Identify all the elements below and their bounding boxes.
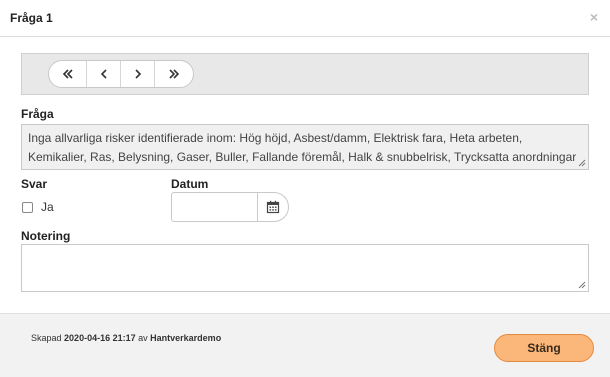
- calendar-icon: [266, 200, 280, 214]
- created-by: Hantverkardemo: [150, 333, 222, 343]
- created-date: 2020-04-16 21:17: [64, 333, 136, 343]
- close-button[interactable]: Stäng: [494, 334, 594, 362]
- resize-grip-icon[interactable]: [578, 159, 586, 167]
- chevron-left-icon: [100, 69, 107, 79]
- note-label: Notering: [21, 229, 71, 243]
- date-picker: [171, 192, 289, 222]
- created-by-word: av: [138, 333, 148, 343]
- double-chevron-right-icon: [169, 69, 180, 79]
- navigation-bar: [21, 53, 589, 95]
- date-input[interactable]: [171, 192, 257, 222]
- modal-title: Fråga 1: [10, 11, 53, 25]
- created-info: Skapad 2020-04-16 21:17 av Hantverkardem…: [31, 333, 221, 343]
- modal-header: Fråga 1 ×: [0, 0, 610, 37]
- resize-grip-icon[interactable]: [578, 281, 586, 289]
- close-icon[interactable]: ×: [590, 9, 598, 25]
- question-text: Inga allvarliga risker identifierade ino…: [28, 131, 577, 164]
- note-textarea[interactable]: [21, 244, 589, 292]
- question-label: Fråga: [21, 107, 54, 121]
- created-prefix: Skapad: [31, 333, 62, 343]
- chevron-right-icon: [134, 69, 141, 79]
- next-question-button[interactable]: [121, 61, 155, 87]
- question-pager: [48, 60, 194, 88]
- date-label: Datum: [171, 177, 209, 191]
- previous-question-button[interactable]: [87, 61, 121, 87]
- question-modal: Fråga 1 × Fråga Inga allvarliga risker i…: [0, 0, 610, 377]
- modal-footer: Skapad 2020-04-16 21:17 av Hantverkardem…: [0, 313, 610, 377]
- answer-label: Svar: [21, 177, 48, 191]
- double-chevron-left-icon: [62, 69, 73, 79]
- question-text-field[interactable]: Inga allvarliga risker identifierade ino…: [21, 124, 589, 170]
- last-question-button[interactable]: [155, 61, 193, 87]
- answer-yes-checkbox[interactable]: [22, 202, 33, 213]
- answer-yes-label[interactable]: Ja: [41, 200, 54, 214]
- first-question-button[interactable]: [49, 61, 87, 87]
- calendar-button[interactable]: [257, 192, 289, 222]
